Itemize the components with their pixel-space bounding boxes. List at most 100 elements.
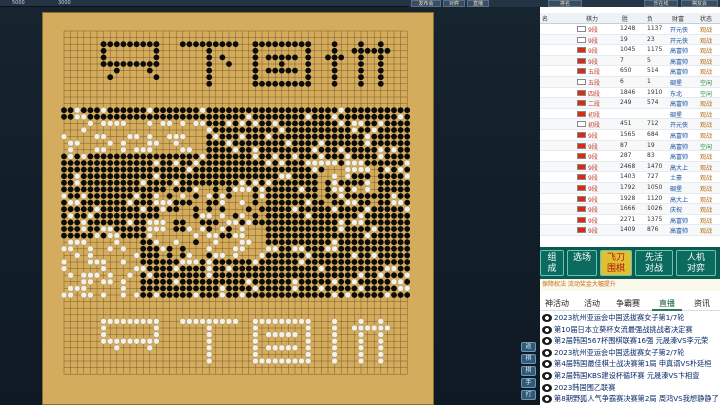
rank-cell: 9段 [588,196,598,204]
news-tab[interactable]: 神活动 [540,297,574,311]
stone [384,272,391,279]
table-row[interactable]: 五段 6 1 碉堡 空闲 [540,76,720,88]
stone [239,107,246,114]
stone [371,232,378,239]
stone [173,272,180,279]
table-row[interactable]: 9段 1792 1050 碉堡 观战 [540,182,720,194]
mode-button[interactable]: 先活 对战 [635,250,673,276]
table-row[interactable]: 四段 1846 1910 东北 空闲 [540,88,720,99]
rank-cell: 9段 [588,58,598,66]
stone-white [245,219,252,226]
tab-live[interactable]: 直播 [467,0,489,7]
tab-release[interactable]: 发布会 [411,0,441,7]
tab-online[interactable]: 乐在线 [644,0,678,7]
table-row[interactable]: 9段 1045 1175 高富帅 观战 [540,45,720,56]
news-item[interactable]: 第4届韩国最佳棋士战决赛第1局 申真谞VS朴廷桓 [540,358,720,370]
stone [186,153,193,160]
mode-button[interactable]: 飞刀 围棋 [600,250,632,276]
side-tool-hand-button[interactable]: 手 [521,378,536,388]
stone [252,186,259,193]
table-row[interactable]: 9段 1409 876 高富帅 观战 [540,225,720,236]
title-stone [364,47,371,54]
stone [219,278,226,285]
stone [166,173,173,180]
status-cell: 观战 [700,164,713,172]
table-row[interactable]: 五段 650 514 高富帅 观战 [540,66,720,77]
news-tab[interactable]: 活动 [578,297,606,311]
stone [371,259,378,265]
tab-game[interactable]: 对弈 [443,0,465,7]
news-tab[interactable]: 直播 [652,297,682,311]
board-grid[interactable] [61,28,416,404]
stone [133,166,140,173]
stone [371,153,378,160]
stone [318,206,325,213]
side-tool-board-button[interactable]: 棋 [521,354,536,364]
title-stone [193,41,199,48]
stone [344,219,351,226]
mode-button[interactable]: 组 成 [540,250,564,276]
stone [318,232,325,239]
side-tool-print-button[interactable]: 打 [521,390,536,400]
news-item[interactable]: 第2届韩国567杯围棋联赛16强 元晟溱VS李元荣 [540,335,720,347]
stone [232,272,239,279]
news-tab[interactable]: 争霸赛 [608,297,648,311]
stone [272,127,279,133]
stone [252,265,259,272]
news-item[interactable]: 第2届韩国KBS建设杯循环赛 元晟溱VS卞相壹 [540,370,720,382]
table-row[interactable]: 9段 1403 727 土豪 观战 [540,172,720,183]
table-row[interactable]: 9段 1248 1137 开元侠 观战 [540,24,720,35]
title-stone-white [133,318,140,325]
stone [80,153,87,160]
stone [351,146,358,153]
stone [74,166,81,173]
stone [127,226,133,232]
mode-button[interactable]: 人机 对弈 [676,250,716,276]
table-row[interactable]: 9段 287 83 高富帅 观战 [540,151,720,162]
table-row[interactable]: 9段 2271 1375 高富帅 观战 [540,215,720,226]
stone [212,193,219,199]
news-item[interactable]: 第8期野狐人气争霸赛决赛第2局 周鸿VS我想静静了 [540,393,720,405]
stone [173,113,180,120]
flag-icon [577,184,586,191]
table-row[interactable]: 9段 2468 1470 高大上 观战 [540,161,720,173]
table-row[interactable]: 9段 1666 1026 庆祝 观战 [540,204,720,215]
stone [87,160,94,166]
tab-rank[interactable]: 排名 [548,0,582,7]
stone [94,179,100,186]
mode-button[interactable]: 选场 [567,250,597,276]
news-item[interactable]: 2023杭州亚运会中国选拔赛女子第1/7轮 [540,312,720,324]
stone [219,206,226,213]
table-row[interactable]: 9段 87 19 高富帅 空闲 [540,140,720,152]
news-item[interactable]: 2023韩国围乙联赛 [540,382,720,394]
stone [140,278,147,285]
table-row[interactable]: 9段 1928 1120 高大上 观战 [540,194,720,205]
side-tool-back-button[interactable]: 返 [521,342,536,352]
table-row[interactable]: 9段 7 5 高富帅 观战 [540,55,720,67]
table-row[interactable]: 9段 1565 684 高富帅 观战 [540,130,720,141]
title-stone-white [331,331,338,338]
table-row[interactable]: 初段 451 712 开元侠 观战 [540,119,720,130]
stone [219,192,226,200]
tab-friends[interactable]: 棋友会 [681,0,718,7]
table-row[interactable]: 9段 19 23 开元侠 观战 [540,34,720,46]
side-tool-record-button[interactable]: 棋 [521,366,536,376]
stone [239,133,246,140]
stone [166,285,173,292]
stone [364,120,371,127]
title-stone-white [377,338,384,345]
table-row[interactable]: 初段 碉堡 观战 [540,109,720,120]
title-stone [113,41,120,48]
stone-white [146,146,153,153]
table-row[interactable]: 二段 249 574 高富帅 观战 [540,98,720,109]
news-item[interactable]: 2023杭州亚运会中国选拔赛女子第2/7轮 [540,347,720,359]
news-item[interactable]: 第10届日本立葵杯女流最强战挑战者决定赛 [540,324,720,336]
stone [292,226,298,232]
stone [311,199,318,206]
stone [107,179,114,186]
news-tab[interactable]: 资讯 [686,297,718,311]
stone [252,133,259,140]
title-stone [278,61,285,67]
stone-white [258,252,266,259]
flag-icon [577,110,586,117]
